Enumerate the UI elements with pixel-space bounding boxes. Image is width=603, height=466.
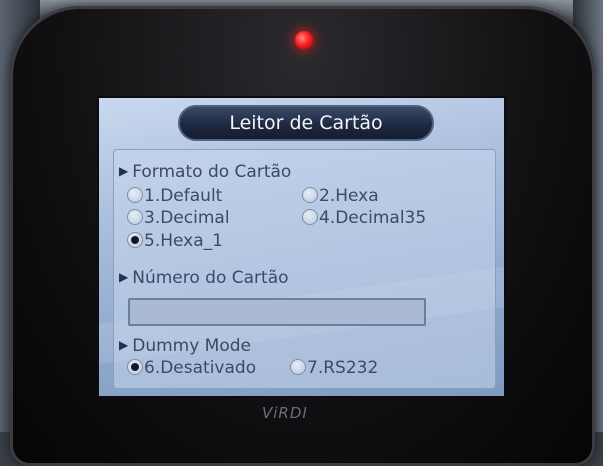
option-hexa[interactable]: 2.Hexa — [302, 186, 379, 206]
option-label: 3.Decimal — [144, 208, 230, 228]
section-header-label: Formato do Cartão — [132, 162, 292, 182]
option-hexa-1[interactable]: 5.Hexa_1 — [127, 231, 223, 251]
card-number-field[interactable] — [128, 298, 426, 326]
section-header-label: Dummy Mode — [132, 336, 252, 356]
radio-button-icon — [302, 209, 318, 225]
option-label: 4.Decimal35 — [319, 208, 427, 228]
triangle-right-icon: ▶ — [119, 338, 129, 352]
radio-button-icon — [127, 209, 143, 225]
radio-button-icon — [127, 187, 143, 203]
radio-button-selected-icon — [127, 359, 143, 375]
option-rs232[interactable]: 7.RS232 — [290, 358, 378, 378]
brand-logo: ViRDI — [262, 404, 308, 422]
section-header-card-number: ▶ Número do Cartão — [119, 268, 289, 288]
option-decimal[interactable]: 3.Decimal — [127, 208, 230, 228]
option-decimal35[interactable]: 4.Decimal35 — [302, 208, 426, 228]
option-label: 7.RS232 — [307, 358, 379, 378]
radio-button-icon — [290, 359, 306, 375]
option-label: 6.Desativado — [144, 358, 257, 378]
option-label: 5.Hexa_1 — [144, 231, 223, 251]
option-label: 2.Hexa — [319, 186, 379, 206]
option-default[interactable]: 1.Default — [127, 186, 222, 206]
screen-title: Leitor de Cartão — [178, 105, 434, 141]
triangle-right-icon: ▶ — [119, 270, 129, 284]
device-screen: Leitor de Cartão ▶ Formato do Cartão 1.De… — [97, 96, 506, 398]
section-header-format: ▶ Formato do Cartão — [119, 162, 291, 182]
section-header-dummy-mode: ▶ Dummy Mode — [119, 336, 251, 356]
content-panel: ▶ Formato do Cartão 1.Default 2.Hexa 3.De… — [113, 149, 496, 389]
option-desativado[interactable]: 6.Desativado — [127, 358, 256, 378]
radio-button-icon — [302, 187, 318, 203]
status-led-icon — [295, 31, 313, 49]
section-header-label: Número do Cartão — [132, 268, 289, 288]
triangle-right-icon: ▶ — [119, 164, 129, 178]
radio-button-selected-icon — [127, 232, 143, 248]
option-label: 1.Default — [144, 186, 223, 206]
